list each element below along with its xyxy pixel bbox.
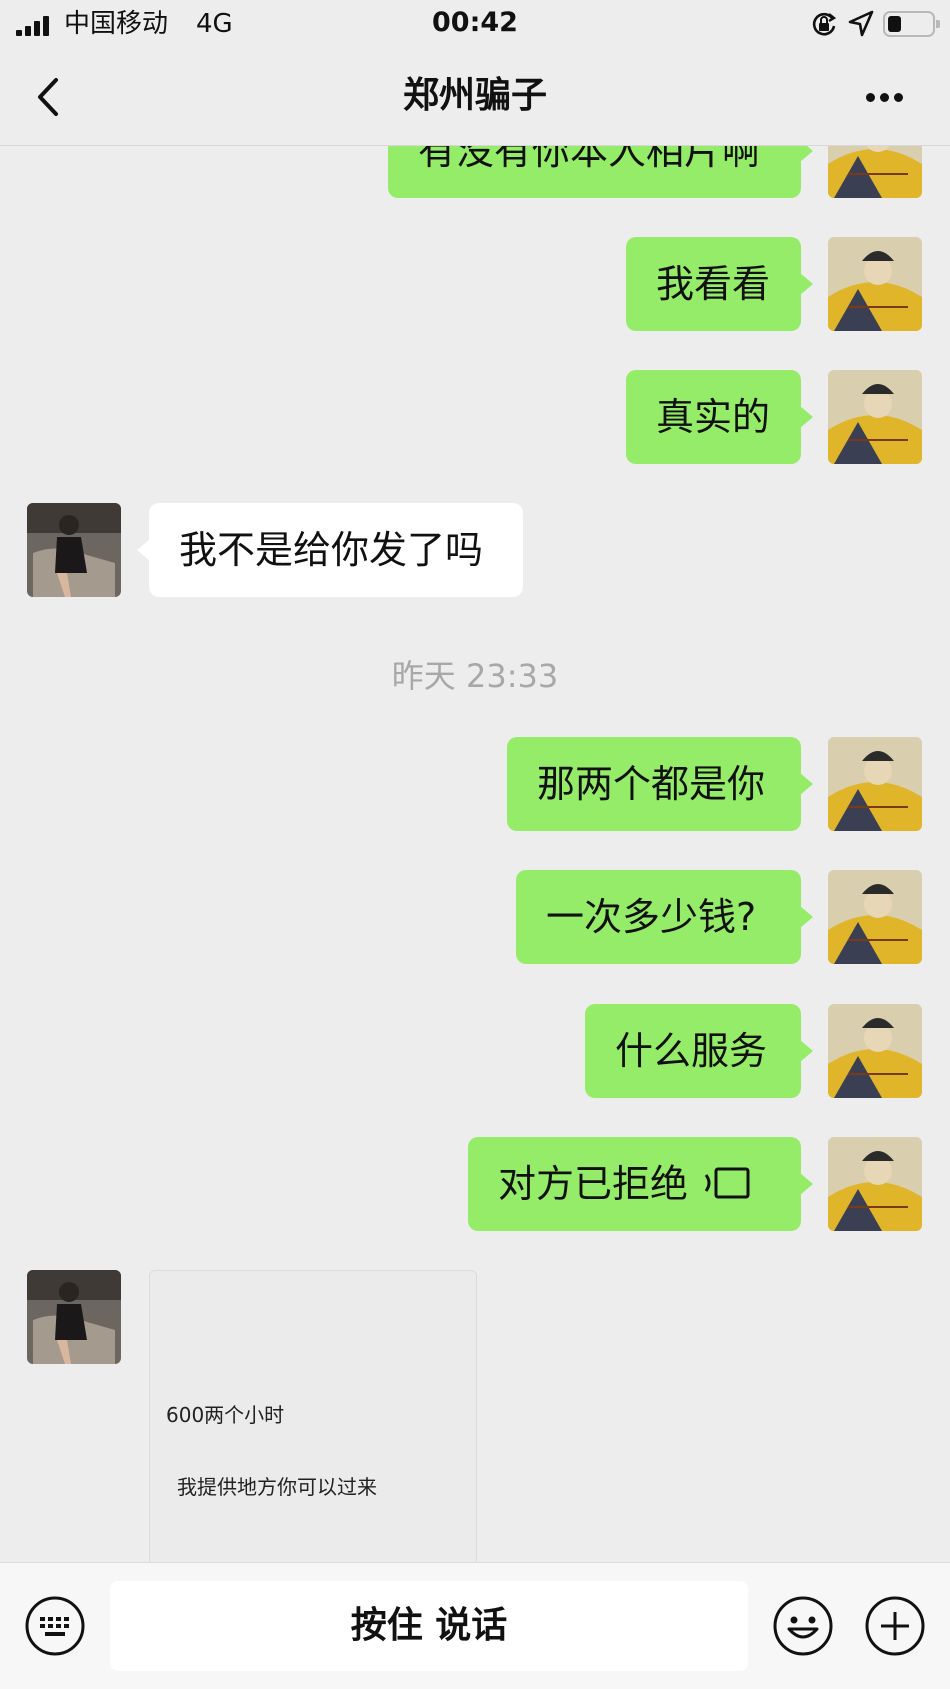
self-avatar[interactable] xyxy=(828,237,922,331)
outgoing-message[interactable]: 那两个都是你 xyxy=(507,737,813,831)
emoji-icon[interactable] xyxy=(772,1595,834,1657)
image-text-location: 我提供地方你可以过来 xyxy=(177,1475,377,1499)
emperor-avatar-image xyxy=(828,237,922,331)
incoming-message[interactable]: 我不是给你发了吗 xyxy=(137,503,523,597)
self-avatar[interactable] xyxy=(828,737,922,831)
call-status-text: 对方已拒绝 xyxy=(498,1162,689,1206)
message-timestamp: 昨天 23:33 xyxy=(391,657,559,695)
contact-photo xyxy=(27,503,121,597)
emperor-avatar-image xyxy=(828,370,922,464)
self-avatar[interactable] xyxy=(828,870,922,964)
emperor-avatar-image xyxy=(828,870,922,964)
battery-icon xyxy=(883,11,940,37)
outgoing-message[interactable]: 一次多少钱? xyxy=(516,870,813,964)
location-arrow-icon xyxy=(848,10,874,37)
outgoing-message[interactable]: 我看看 xyxy=(626,237,813,331)
status-time: 00:42 xyxy=(432,7,518,38)
emperor-avatar-image xyxy=(828,1004,922,1098)
outgoing-message[interactable]: 真实的 xyxy=(626,370,813,464)
message-list[interactable]: 有没有你本人相片啊 我看看 真实的 我不是给你发了吗 昨天 23:33 那两个都… xyxy=(0,0,950,1562)
contact-avatar[interactable] xyxy=(27,1270,121,1364)
image-text-price: 600两个小时 xyxy=(166,1403,285,1427)
voice-call-icon xyxy=(704,1167,750,1198)
input-bar: 按住 说话 xyxy=(0,1562,950,1689)
keyboard-icon[interactable] xyxy=(24,1595,86,1657)
chat-title: 郑州骗子 xyxy=(402,75,547,116)
contact-photo xyxy=(27,1270,121,1364)
self-avatar[interactable] xyxy=(828,370,922,464)
hold-to-talk-button[interactable]: 按住 说话 xyxy=(110,1581,748,1671)
self-avatar[interactable] xyxy=(828,1004,922,1098)
self-avatar[interactable] xyxy=(828,1137,922,1231)
contact-avatar[interactable] xyxy=(27,503,121,597)
add-plus-icon[interactable] xyxy=(864,1595,926,1657)
emperor-avatar-image xyxy=(828,737,922,831)
image-message[interactable]: 600两个小时 我提供地方你可以过来 xyxy=(149,1270,477,1562)
status-bar: 中国移动 4G 00:42 xyxy=(0,0,950,48)
call-declined-message[interactable]: 对方已拒绝 xyxy=(468,1137,813,1231)
more-options-icon[interactable] xyxy=(860,86,908,106)
orientation-lock-icon xyxy=(812,12,837,36)
emperor-avatar-image xyxy=(828,1137,922,1231)
nav-bar: 郑州骗子 xyxy=(0,48,950,146)
outgoing-message[interactable]: 什么服务 xyxy=(585,1004,813,1098)
